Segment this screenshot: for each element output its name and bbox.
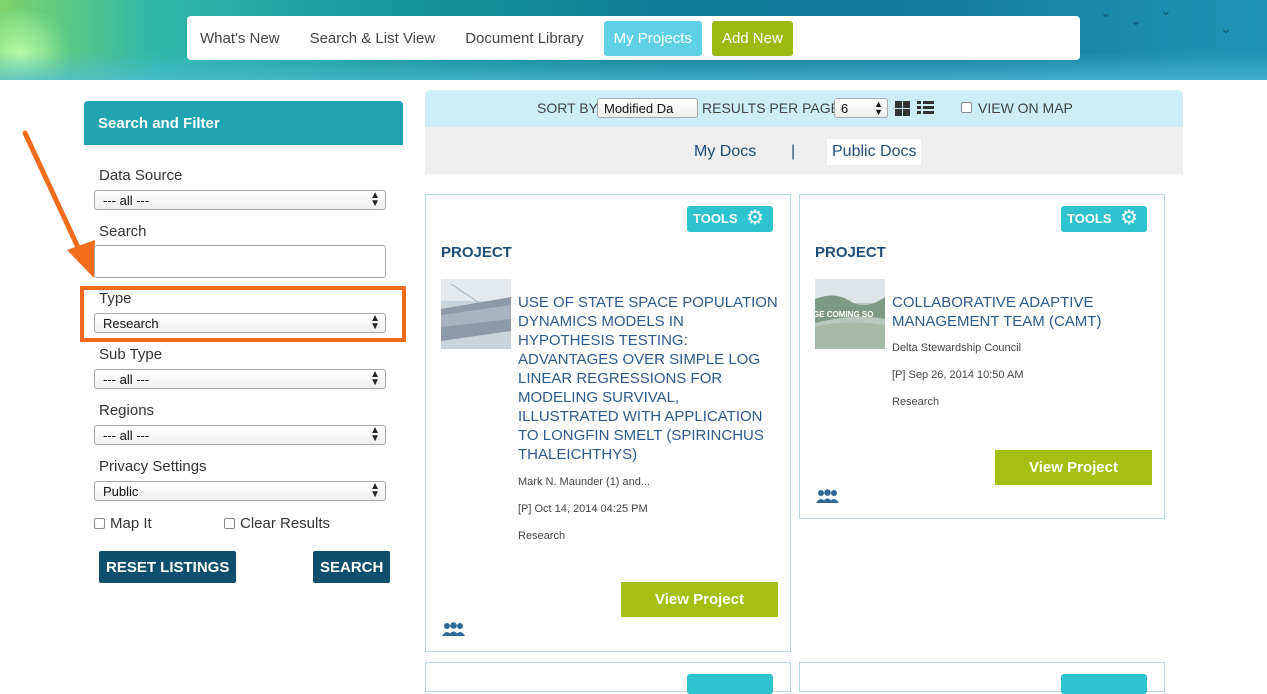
nav-whats-new[interactable]: What's New	[200, 30, 280, 47]
search-filter-panel: Search and Filter Data Source --- all --…	[80, 101, 406, 583]
nav-search-list-view[interactable]: Search & List View	[310, 30, 436, 47]
type-select[interactable]: Research ▲ ▼	[94, 313, 386, 333]
project-thumbnail[interactable]	[441, 279, 511, 349]
map-it-checkbox[interactable]: Map It	[94, 515, 152, 532]
tools-button[interactable]	[1061, 674, 1147, 694]
select-arrows-icon: ▲ ▼	[370, 190, 380, 209]
grid-view-icon[interactable]	[895, 101, 910, 116]
annotation-arrow-icon	[22, 130, 95, 278]
checkbox-box[interactable]	[224, 518, 235, 529]
nav-my-projects[interactable]: My Projects	[603, 20, 702, 56]
tab-separator: |	[791, 143, 796, 160]
tab-public-docs[interactable]: Public Docs	[827, 139, 922, 165]
card-category: Research	[892, 396, 940, 408]
card-date: [P] Oct 14, 2014 04:25 PM	[518, 503, 648, 515]
card-category: Research	[518, 530, 566, 542]
privacy-label: Privacy Settings	[99, 458, 207, 475]
type-value: Research	[103, 316, 159, 331]
bird-icon: ⌄	[1100, 4, 1112, 20]
bird-icon: ⌄	[1220, 20, 1232, 36]
search-button[interactable]: SEARCH	[313, 551, 391, 583]
view-project-button[interactable]: View Project	[621, 582, 778, 617]
view-project-button[interactable]: View Project	[995, 450, 1152, 485]
search-input[interactable]	[94, 245, 386, 278]
data-source-value: --- all ---	[103, 193, 150, 208]
privacy-value: Public	[103, 484, 139, 499]
select-arrows-icon: ▲ ▼	[370, 425, 380, 444]
project-thumbnail[interactable]: GE COMING SO	[815, 279, 885, 349]
bird-icon: ⌄	[1160, 2, 1172, 18]
select-arrows-icon: ▲ ▼	[874, 99, 883, 117]
regions-label: Regions	[99, 402, 155, 419]
sub-type-label: Sub Type	[99, 346, 163, 363]
sort-toolbar: SORT BY Modified Da RESULTS PER PAGE 6 ▲…	[425, 90, 1183, 127]
view-on-map-checkbox[interactable]	[961, 102, 972, 113]
type-label: Type	[99, 290, 132, 307]
card-date: [P] Sep 26, 2014 10:50 AM	[892, 369, 1024, 381]
thumb-text: GE COMING SO	[815, 310, 873, 319]
sort-by-label: SORT BY	[537, 100, 598, 116]
card-type-label: PROJECT	[441, 244, 512, 261]
results-per-page-value: 6	[841, 101, 849, 116]
results-per-page-label: RESULTS PER PAGE	[702, 100, 840, 116]
tools-label: TOOLS	[1067, 211, 1112, 226]
regions-value: --- all ---	[103, 428, 150, 443]
doc-tabs: My Docs | Public Docs	[425, 127, 1183, 174]
project-card-partial	[799, 662, 1165, 694]
data-source-label: Data Source	[99, 167, 183, 184]
gear-icon: ⚙	[746, 207, 764, 229]
select-arrows-icon: ▲ ▼	[370, 369, 380, 388]
select-arrows-icon: ▲ ▼	[370, 481, 380, 500]
project-card: TOOLS ⚙ PROJECT GE COMING SO Collaborati…	[799, 194, 1165, 519]
group-icon[interactable]	[815, 489, 840, 503]
top-navigation: What's New Search & List View Document L…	[187, 16, 1080, 60]
checkbox-box[interactable]	[94, 518, 105, 529]
search-label: Search	[99, 223, 147, 240]
nav-document-library[interactable]: Document Library	[465, 30, 583, 47]
clear-results-label: Clear Results	[240, 515, 331, 532]
map-it-label: Map It	[110, 515, 152, 532]
thumbnail-image: GE COMING SO	[815, 279, 885, 349]
project-card-partial	[425, 662, 791, 694]
card-title-link[interactable]: Use of State Space Population Dynamics M…	[518, 293, 783, 464]
list-view-icon[interactable]	[917, 101, 934, 116]
tools-button[interactable]: TOOLS ⚙	[687, 206, 773, 232]
tools-label: TOOLS	[693, 211, 738, 226]
bird-icon: ⌄	[1130, 12, 1142, 28]
sub-type-value: --- all ---	[103, 372, 150, 387]
sort-by-select[interactable]: Modified Da	[597, 98, 698, 118]
project-card: TOOLS ⚙ PROJECT Use of State Space Popul…	[425, 194, 791, 652]
reset-listings-button[interactable]: RESET LISTINGS	[99, 551, 237, 583]
regions-select[interactable]: --- all --- ▲ ▼	[94, 425, 386, 445]
card-author: Mark N. Maunder (1) and...	[518, 476, 651, 488]
gear-icon: ⚙	[1120, 207, 1138, 229]
tools-button[interactable]	[687, 674, 773, 694]
select-arrows-icon: ▲ ▼	[370, 313, 380, 332]
clear-results-checkbox[interactable]: Clear Results	[224, 515, 330, 532]
card-type-label: PROJECT	[815, 244, 886, 261]
card-author: Delta Stewardship Council	[892, 342, 1022, 354]
view-on-map-label: VIEW ON MAP	[978, 100, 1073, 116]
group-icon[interactable]	[441, 622, 466, 636]
thumbnail-image	[441, 279, 511, 349]
nav-add-new[interactable]: Add New	[711, 20, 793, 56]
results-per-page-select[interactable]: 6 ▲ ▼	[834, 98, 888, 118]
privacy-select[interactable]: Public ▲ ▼	[94, 481, 386, 501]
sub-type-select[interactable]: --- all --- ▲ ▼	[94, 369, 386, 389]
sort-by-value: Modified Da	[604, 101, 674, 116]
panel-title: Search and Filter	[84, 101, 403, 145]
tools-button[interactable]: TOOLS ⚙	[1061, 206, 1147, 232]
data-source-select[interactable]: --- all --- ▲ ▼	[94, 190, 386, 210]
card-title-link[interactable]: Collaborative Adaptive Management Team (…	[892, 293, 1157, 331]
tab-my-docs[interactable]: My Docs	[694, 143, 756, 161]
